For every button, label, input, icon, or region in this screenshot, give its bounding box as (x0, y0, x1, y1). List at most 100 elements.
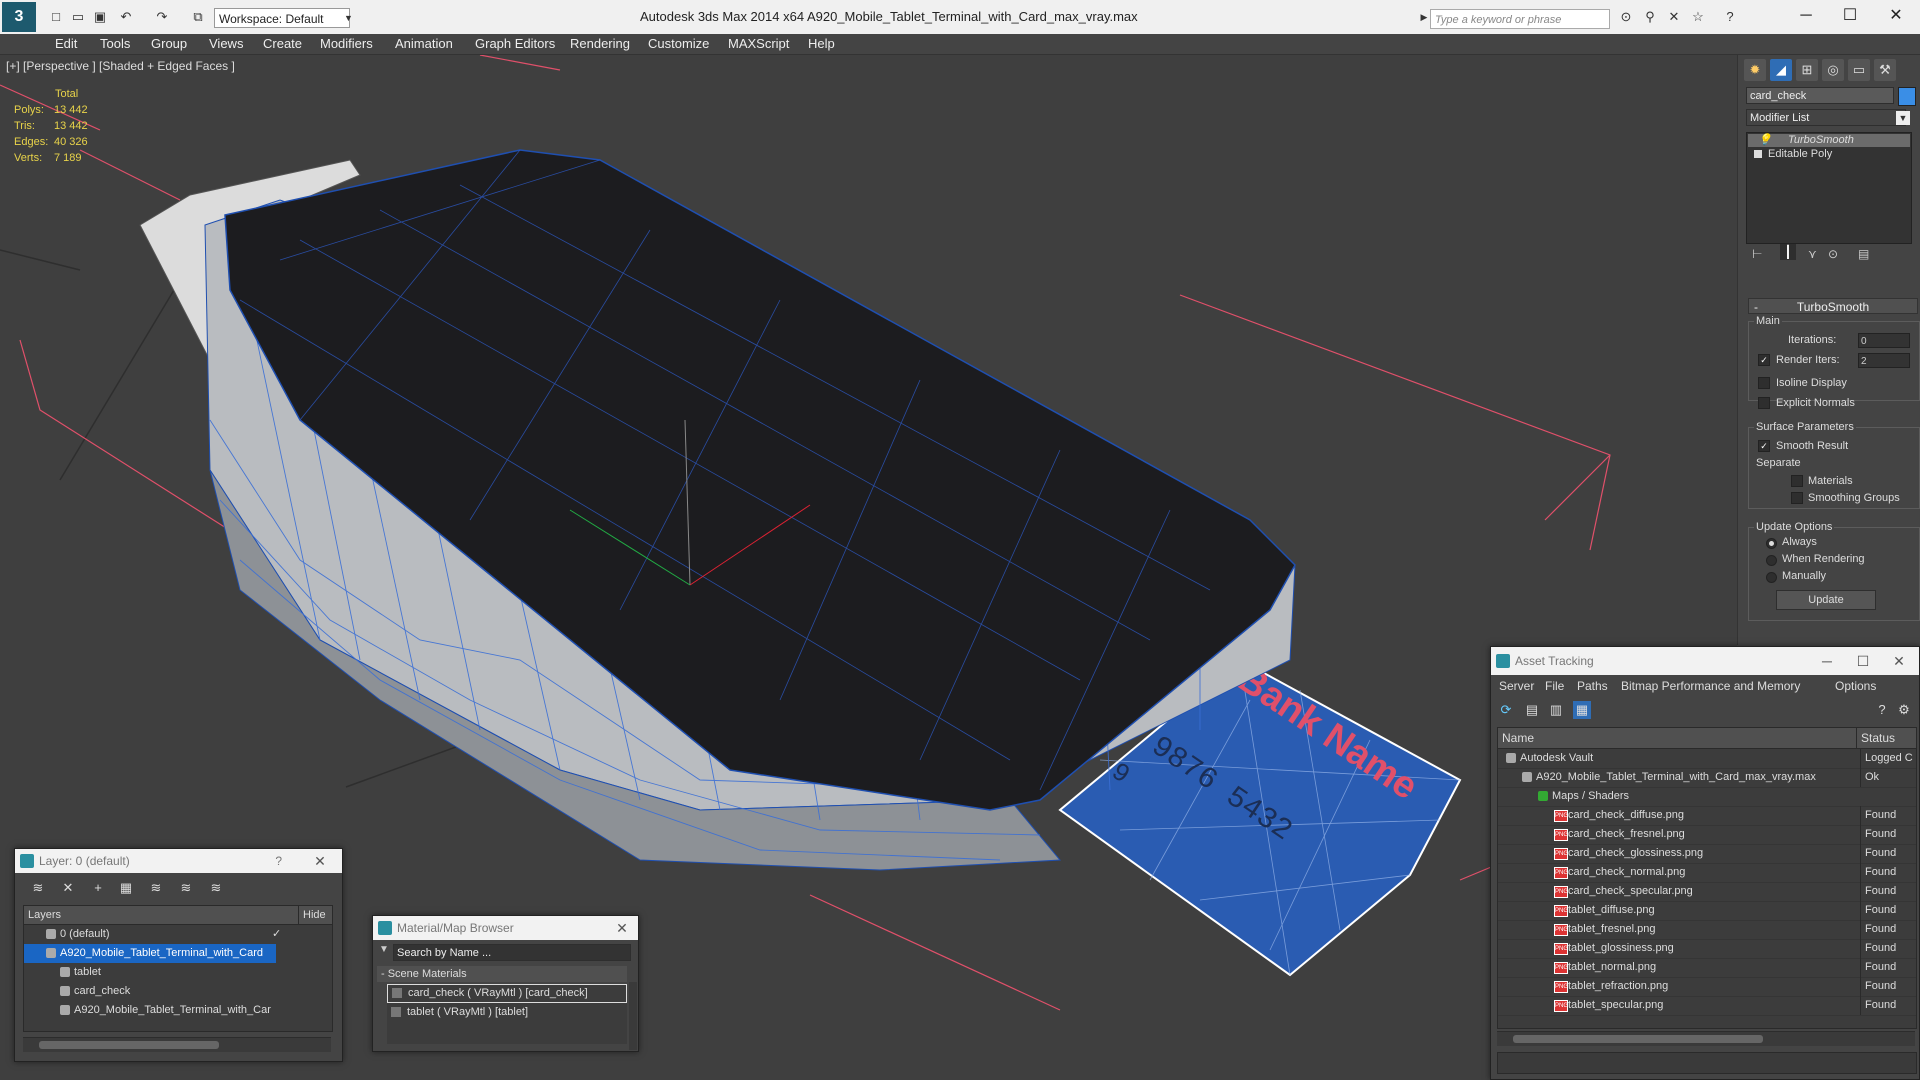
menu-graph-editors[interactable]: Graph Editors (475, 36, 555, 51)
close-button[interactable]: ✕ (1876, 4, 1916, 28)
object-color-swatch[interactable] (1898, 87, 1916, 106)
utilities-tab-icon[interactable]: ⚒ (1874, 59, 1896, 81)
freeze-all-icon[interactable]: ≋ (207, 879, 225, 897)
remove-modifier-icon[interactable]: ⊙ (1828, 247, 1838, 261)
menu-animation[interactable]: Animation (395, 36, 453, 51)
asset-row[interactable]: Autodesk Vault Logged C (1498, 749, 1916, 769)
material-item[interactable]: card_check ( VRayMtl ) [card_check] (387, 984, 627, 1003)
asset-row[interactable]: PNG card_check_normal.png Found (1498, 863, 1916, 883)
help-icon[interactable]: ? (1873, 701, 1891, 719)
asset-row[interactable]: PNG tablet_normal.png Found (1498, 958, 1916, 978)
asset-row[interactable]: PNG card_check_glossiness.png Found (1498, 844, 1916, 864)
lightbulb-icon[interactable]: 💡 (1758, 134, 1772, 147)
layer-row[interactable]: tablet (24, 963, 332, 982)
show-end-result-icon[interactable]: ┃ (1780, 244, 1796, 260)
status-column[interactable]: Status (1856, 728, 1895, 748)
close-icon[interactable]: ✕ (610, 916, 634, 940)
asset-row[interactable]: PNG tablet_specular.png Found (1498, 996, 1916, 1016)
subscription-icon[interactable]: ⚲ (1642, 9, 1658, 25)
asset-row[interactable]: Maps / Shaders (1498, 787, 1916, 807)
viewport-label[interactable]: [+] [Perspective ] [Shaded + Edged Faces… (6, 59, 235, 73)
minimize-icon[interactable]: ─ (1815, 647, 1839, 671)
explicit-normals-checkbox[interactable] (1758, 397, 1770, 409)
communication-icon[interactable]: ✕ (1666, 9, 1682, 25)
asset-row[interactable]: PNG tablet_refraction.png Found (1498, 977, 1916, 997)
delete-layer-icon[interactable]: ✕ (59, 879, 77, 897)
close-icon[interactable]: ✕ (1887, 647, 1911, 671)
hierarchy-tab-icon[interactable]: ⊞ (1796, 59, 1818, 81)
workspace-select[interactable]: Workspace: Default (214, 8, 350, 28)
make-unique-icon[interactable]: ⋎ (1808, 247, 1817, 261)
create-layer-icon[interactable]: ≋ (29, 879, 47, 897)
motion-tab-icon[interactable]: ◎ (1822, 59, 1844, 81)
menu-modifiers[interactable]: Modifiers (320, 36, 373, 51)
render-iters-spinner[interactable]: 2 (1858, 353, 1910, 368)
asset-row[interactable]: PNG card_check_diffuse.png Found (1498, 806, 1916, 826)
new-file-icon[interactable]: □ (48, 9, 64, 25)
layers-column[interactable]: Layers (28, 906, 61, 924)
display-tab-icon[interactable]: ▭ (1848, 59, 1870, 81)
highlight-layer-icon[interactable]: ≋ (147, 879, 165, 897)
favorites-star-icon[interactable]: ☆ (1690, 9, 1706, 25)
open-file-icon[interactable]: ▭ (70, 9, 86, 25)
smoothing-groups-checkbox[interactable] (1791, 492, 1803, 504)
search-input[interactable]: Type a keyword or phrase (1430, 9, 1610, 29)
refresh-icon[interactable]: ⟳ (1497, 701, 1515, 719)
scene-materials-section[interactable]: - Scene Materials (377, 966, 627, 982)
modifier-list-dropdown[interactable]: Modifier List (1746, 109, 1906, 126)
create-tab-icon[interactable]: ✹ (1744, 59, 1766, 81)
layer-row[interactable]: 0 (default) ✓ (24, 925, 332, 944)
chevron-down-icon[interactable]: ▼ (344, 9, 356, 27)
menu-tools[interactable]: Tools (100, 36, 130, 51)
close-icon[interactable]: ✕ (308, 849, 332, 873)
asset-row[interactable]: PNG card_check_fresnel.png Found (1498, 825, 1916, 845)
binoculars-icon[interactable]: ⊙ (1618, 9, 1634, 25)
menu-paths[interactable]: Paths (1577, 675, 1608, 697)
horizontal-scrollbar[interactable] (1497, 1031, 1915, 1046)
options-triangle-icon[interactable]: ▼ (379, 944, 389, 955)
list-view-icon[interactable]: ▤ (1523, 701, 1541, 719)
material-browser-title-bar[interactable]: Material/Map Browser ✕ (373, 916, 638, 940)
undo-icon[interactable]: ↶ (118, 9, 134, 25)
layer-row[interactable]: card_check (24, 982, 332, 1001)
vertical-scrollbar[interactable] (629, 982, 637, 1050)
asset-row[interactable]: A920_Mobile_Tablet_Terminal_with_Card_ma… (1498, 768, 1916, 788)
asset-tracking-title-bar[interactable]: Asset Tracking ─ ☐ ✕ (1491, 647, 1919, 675)
search-by-name-input[interactable]: Search by Name ... (393, 944, 631, 961)
stack-item-editable-poly[interactable]: Editable Poly (1748, 148, 1910, 161)
menu-server[interactable]: Server (1499, 675, 1534, 697)
hide-all-icon[interactable]: ≋ (177, 879, 195, 897)
add-to-layer-icon[interactable]: + (89, 879, 107, 897)
layer-window-title-bar[interactable]: Layer: 0 (default) ? ✕ (15, 849, 342, 873)
stack-item-turbosmooth[interactable]: 💡 TurboSmooth (1748, 134, 1910, 147)
material-item[interactable]: tablet ( VRayMtl ) [tablet] (387, 1004, 627, 1021)
maximize-button[interactable]: ☐ (1830, 4, 1870, 28)
layer-row[interactable]: A920_Mobile_Tablet_Terminal_with_Card (24, 944, 276, 963)
maximize-icon[interactable]: ☐ (1851, 647, 1875, 671)
update-button[interactable]: Update (1776, 590, 1876, 610)
tree-view-icon[interactable]: ▥ (1547, 701, 1565, 719)
render-iters-checkbox[interactable]: ✓ (1758, 354, 1770, 366)
menu-edit[interactable]: Edit (55, 36, 77, 51)
settings-icon[interactable]: ⚙ (1895, 701, 1913, 719)
menu-options[interactable]: Options (1835, 675, 1876, 697)
minimize-button[interactable]: ─ (1786, 4, 1826, 28)
horizontal-scrollbar[interactable] (23, 1037, 331, 1052)
project-folder-icon[interactable]: ⧉ (190, 9, 206, 25)
asset-row[interactable]: PNG tablet_glossiness.png Found (1498, 939, 1916, 959)
asset-row[interactable]: PNG tablet_fresnel.png Found (1498, 920, 1916, 940)
when-rendering-radio[interactable] (1766, 555, 1777, 566)
name-column[interactable]: Name (1502, 728, 1534, 748)
isoline-display-checkbox[interactable] (1758, 377, 1770, 389)
chevron-down-icon[interactable]: ▼ (1896, 111, 1910, 125)
materials-checkbox[interactable] (1791, 475, 1803, 487)
smooth-result-checkbox[interactable]: ✓ (1758, 440, 1770, 452)
turbosmooth-rollout[interactable]: - TurboSmooth (1748, 298, 1918, 314)
asset-row[interactable]: PNG tablet_diffuse.png Found (1498, 901, 1916, 921)
menu-help[interactable]: Help (808, 36, 835, 51)
app-logo-icon[interactable]: 3 (2, 2, 36, 32)
menu-group[interactable]: Group (151, 36, 187, 51)
save-file-icon[interactable]: ▣ (92, 9, 108, 25)
menu-rendering[interactable]: Rendering (570, 36, 630, 51)
menu-create[interactable]: Create (263, 36, 302, 51)
